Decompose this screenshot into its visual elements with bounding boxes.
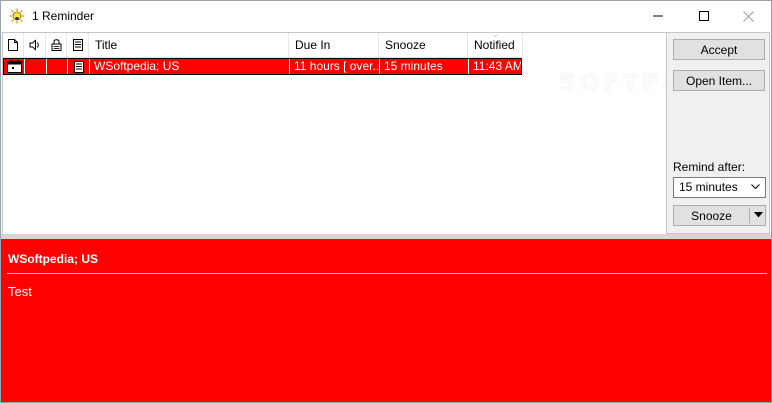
speaker-icon: [29, 39, 39, 51]
title-bar: 1 Reminder: [1, 1, 771, 31]
detail-divider: [7, 273, 767, 274]
column-header-title[interactable]: Title: [89, 33, 289, 57]
detail-subject: WSoftpedia; US: [8, 252, 98, 266]
close-button[interactable]: [725, 1, 771, 31]
remind-after-select[interactable]: 15 minutes: [673, 177, 766, 198]
minimize-icon: [653, 15, 663, 17]
row-notified: 11:43 AM: [473, 59, 521, 73]
accept-button[interactable]: Accept: [673, 39, 765, 60]
action-panel: Accept Open Item... Remind after: 15 min…: [666, 32, 770, 234]
list-header: Title Due In Snooze ⌵ Notified: [3, 32, 523, 58]
row-lock-cell: [47, 59, 68, 74]
remind-after-label: Remind after:: [673, 160, 746, 174]
reminder-window: 1 Reminder Title Due In Snooze ⌵ Notifie…: [0, 0, 772, 403]
remind-after-value: 15 minutes: [679, 180, 738, 194]
maximize-icon: [699, 11, 709, 21]
snooze-button-label: Snooze: [691, 208, 732, 223]
row-snooze: 15 minutes: [380, 59, 469, 74]
column-header-sound[interactable]: [24, 33, 46, 57]
window-title: 1 Reminder: [32, 9, 95, 23]
detail-pane: WSoftpedia; US Test: [1, 239, 771, 402]
row-sound-cell: [25, 59, 47, 74]
row-due-in: 11 hours [ over...: [290, 59, 380, 74]
reminder-list: Title Due In Snooze ⌵ Notified WSoftpedi…: [2, 32, 667, 236]
table-row[interactable]: WSoftpedia; US 11 hours [ over... 15 min…: [3, 58, 522, 75]
column-header-due-in[interactable]: Due In: [289, 33, 379, 57]
column-header-notified[interactable]: ⌵ Notified: [468, 32, 523, 57]
column-header-note[interactable]: [67, 33, 89, 57]
note-icon: [72, 39, 83, 51]
detail-body: Test: [8, 284, 32, 299]
column-header-type[interactable]: [3, 33, 24, 57]
column-header-snooze[interactable]: Snooze: [379, 33, 468, 57]
calendar-icon: [6, 60, 22, 73]
note-icon: [73, 60, 84, 73]
column-header-notified-label: Notified: [474, 38, 515, 52]
reminder-bell-sun-icon: [9, 8, 25, 24]
open-item-button[interactable]: Open Item...: [673, 70, 765, 91]
document-icon: [8, 39, 18, 51]
minimize-button[interactable]: [635, 1, 681, 31]
maximize-button[interactable]: [681, 1, 727, 31]
snooze-button[interactable]: Snooze: [673, 205, 766, 226]
sort-descending-icon: ⌵: [492, 32, 498, 39]
lock-icon: [51, 39, 61, 51]
snooze-split-divider: [749, 208, 750, 223]
row-title: WSoftpedia; US: [90, 59, 290, 74]
close-icon: [742, 10, 754, 22]
dropdown-arrow-icon[interactable]: [754, 212, 763, 218]
chevron-down-icon: [751, 184, 760, 190]
column-header-lock[interactable]: [46, 33, 67, 57]
